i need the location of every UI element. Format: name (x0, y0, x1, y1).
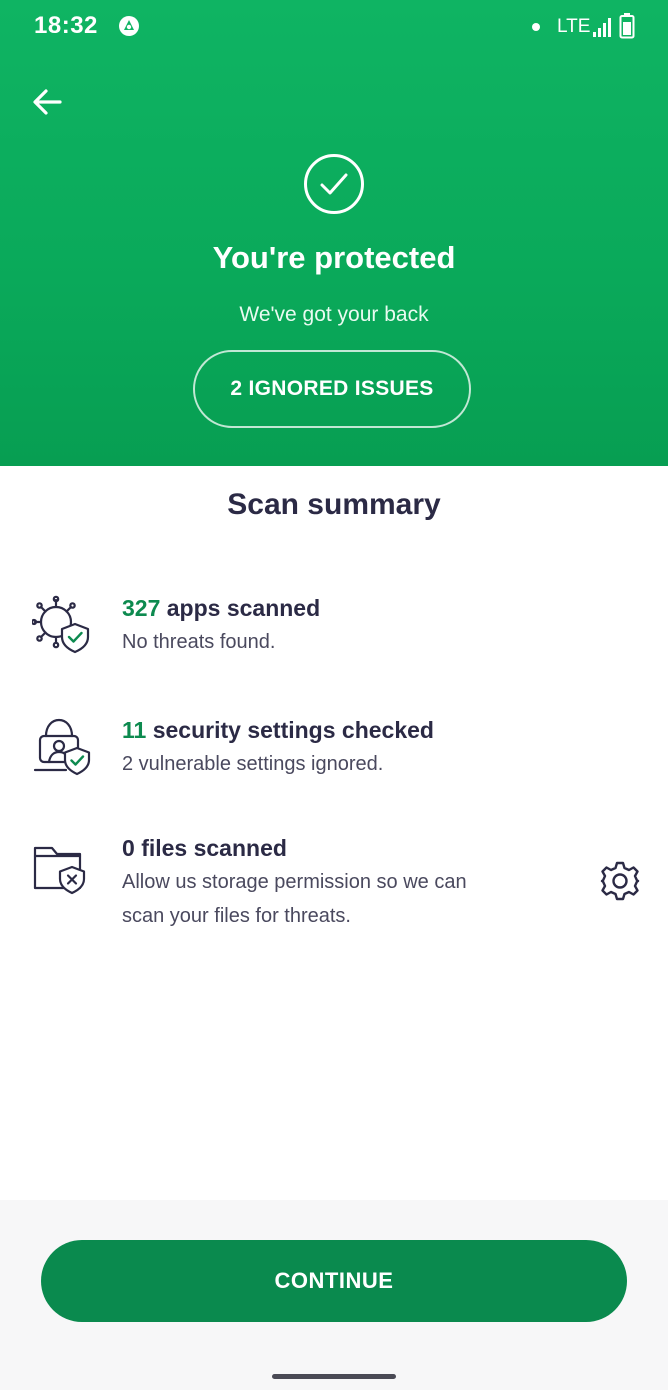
files-label: files scanned (141, 835, 287, 861)
virus-shield-icon (32, 595, 90, 654)
check-circle-icon (304, 154, 364, 214)
scan-summary-title: Scan summary (227, 488, 441, 521)
folder-shield-icon (33, 846, 86, 895)
home-indicator[interactable] (272, 1374, 396, 1379)
notification-dot-icon (532, 23, 540, 31)
settings-description: 2 vulnerable settings ignored. (122, 753, 384, 775)
apps-label: apps scanned (166, 595, 321, 621)
status-bar: 18:32 LTE (0, 0, 668, 56)
page-subtitle: We've got your back (239, 303, 429, 326)
ignored-issues-button[interactable]: 2 IGNORED ISSUES (193, 350, 471, 428)
files-count: 0 (122, 835, 135, 861)
battery-icon (619, 13, 635, 39)
files-description-line-1: Allow us storage permission so we can (122, 871, 467, 893)
apps-count: 327 (122, 595, 161, 621)
files-description-line-2: scan your files for threats. (122, 905, 351, 927)
user-lock-shield-icon (33, 718, 91, 776)
continue-button[interactable]: CONTINUE (41, 1240, 627, 1322)
page-title: You're protected (212, 240, 456, 275)
status-time: 18:32 (34, 12, 98, 39)
back-arrow-icon[interactable] (26, 80, 70, 124)
signal-icon (593, 18, 611, 37)
app-notification-icon (119, 16, 139, 36)
apps-description: No threats found. (122, 631, 276, 653)
network-type: LTE (557, 16, 591, 37)
settings-count: 11 (122, 717, 147, 743)
settings-label: security settings checked (152, 717, 434, 743)
header: 18:32 LTE You're protected We've got you… (0, 0, 668, 466)
gear-icon[interactable] (599, 860, 641, 902)
